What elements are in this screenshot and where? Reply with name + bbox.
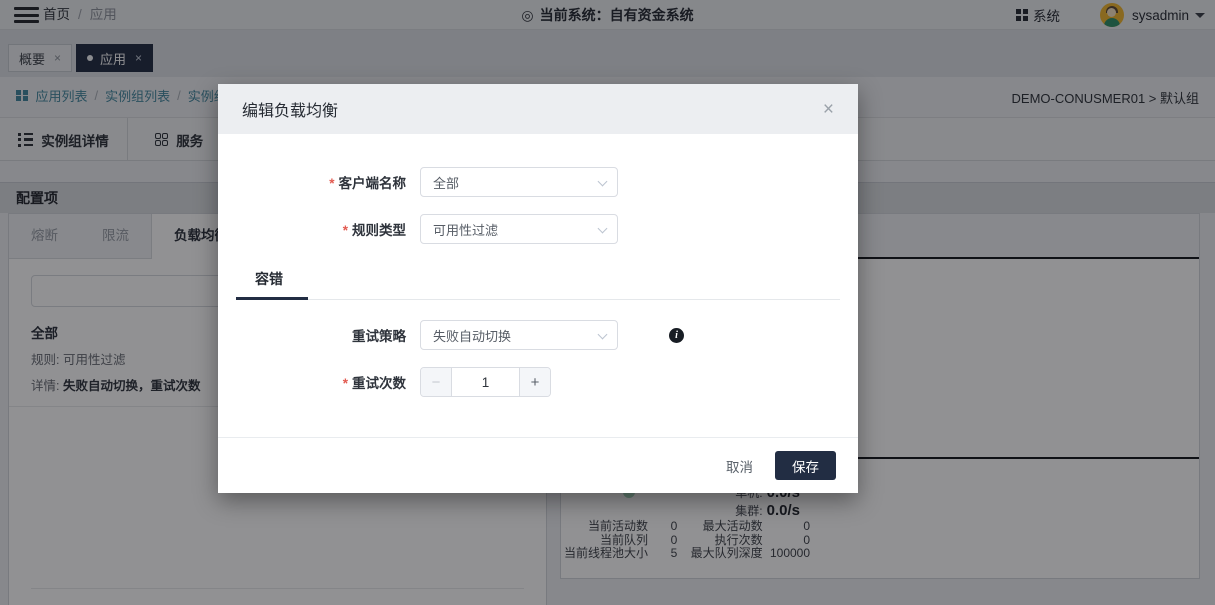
dialog-footer: 取消 保存 — [218, 437, 858, 493]
client-name-value: 全部 — [433, 173, 459, 192]
chevron-down-icon — [598, 224, 608, 234]
rule-type-value: 可用性过滤 — [433, 220, 498, 239]
chevron-down-icon — [598, 177, 608, 187]
rule-type-label: *规则类型 — [218, 219, 406, 239]
client-name-row: *客户端名称 全部 — [218, 167, 858, 197]
decrement-button[interactable]: − — [421, 368, 451, 396]
page: 首页/应用 ◎当前系统：自有资金系统 系统 sysadmin 概要 × 应用 × — [0, 0, 1215, 605]
retry-count-stepper: − + — [420, 367, 551, 397]
increment-button[interactable]: + — [520, 368, 550, 396]
dialog-header: 编辑负载均衡 × — [218, 84, 858, 134]
rule-type-row: *规则类型 可用性过滤 — [218, 214, 858, 244]
retry-strategy-value: 失败自动切换 — [433, 326, 511, 345]
rule-type-select[interactable]: 可用性过滤 — [420, 214, 618, 244]
cancel-button[interactable]: 取消 — [726, 456, 753, 476]
fault-tolerance-tabbar: 容错 — [236, 269, 840, 300]
retry-strategy-row: 重试策略 失败自动切换 i — [218, 320, 858, 350]
client-name-label: *客户端名称 — [218, 172, 406, 192]
retry-count-label: *重试次数 — [218, 372, 406, 392]
client-name-select[interactable]: 全部 — [420, 167, 618, 197]
retry-strategy-select[interactable]: 失败自动切换 — [420, 320, 618, 350]
required-mark: * — [343, 376, 348, 391]
dialog-title: 编辑负载均衡 — [242, 97, 338, 121]
active-tab-indicator — [236, 297, 308, 300]
required-mark: * — [329, 176, 334, 191]
retry-count-row: *重试次数 − + — [218, 367, 858, 397]
info-icon[interactable]: i — [669, 328, 684, 343]
retry-count-input[interactable] — [451, 368, 520, 396]
close-icon[interactable]: × — [823, 100, 834, 119]
required-mark: * — [343, 223, 348, 238]
chevron-down-icon — [598, 330, 608, 340]
save-button[interactable]: 保存 — [775, 451, 836, 480]
edit-load-balance-dialog: 编辑负载均衡 × *客户端名称 全部 *规则类型 可用性过滤 容错 重试策略 失… — [218, 84, 858, 493]
tab-fault-tolerance[interactable]: 容错 — [255, 269, 283, 299]
retry-strategy-label: 重试策略 — [218, 325, 406, 345]
